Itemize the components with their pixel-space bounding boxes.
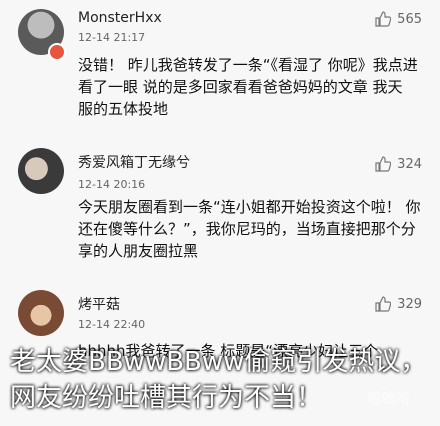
like-button[interactable]: 324	[375, 156, 422, 172]
like-count: 329	[397, 296, 422, 312]
like-count: 324	[397, 156, 422, 172]
comment-2: 秀爱风箱丁无缘兮 12-14 20:16 324 今天朋友圈看到一条“连小姐都开…	[0, 140, 440, 280]
like-button[interactable]: 329	[375, 296, 422, 312]
thumb-up-icon	[375, 156, 392, 172]
headline-overlay: 老太婆BBwwBBww偷窥引发热议，网友纷纷吐槽其行为不当！	[10, 347, 427, 413]
username[interactable]: MonsterHxx	[78, 10, 162, 26]
verified-badge-icon	[48, 43, 66, 61]
timestamp: 12-14 21:17	[78, 31, 146, 44]
like-button[interactable]: 565	[375, 11, 422, 27]
avatar[interactable]	[18, 290, 64, 336]
like-count: 565	[397, 11, 422, 27]
comment-3: 烤平菇 12-14 22:40 329 hhhhh我爸转了一条 标题是“漂亮少妇…	[0, 282, 440, 360]
watermark: 哈哈哈	[368, 391, 410, 407]
thumb-up-icon	[375, 296, 392, 312]
comment-1: MonsterHxx 12-14 21:17 565 没错！ 昨儿我爸转发了一条…	[0, 0, 440, 120]
timestamp: 12-14 20:16	[78, 178, 146, 191]
username[interactable]: 烤平菇	[78, 294, 120, 314]
username[interactable]: 秀爱风箱丁无缘兮	[78, 152, 190, 172]
timestamp: 12-14 22:40	[78, 318, 146, 331]
thumb-up-icon	[375, 11, 392, 27]
avatar[interactable]	[18, 148, 64, 194]
comment-text: 没错！ 昨儿我爸转发了一条“《看湿了 你呢》我点进看了一眼 说的是多回家看看爸爸…	[78, 56, 418, 118]
comment-text: 今天朋友圈看到一条“连小姐都开始投资这个啦！ 你还在傻等什么？”，我你尼玛的，当…	[78, 198, 421, 260]
